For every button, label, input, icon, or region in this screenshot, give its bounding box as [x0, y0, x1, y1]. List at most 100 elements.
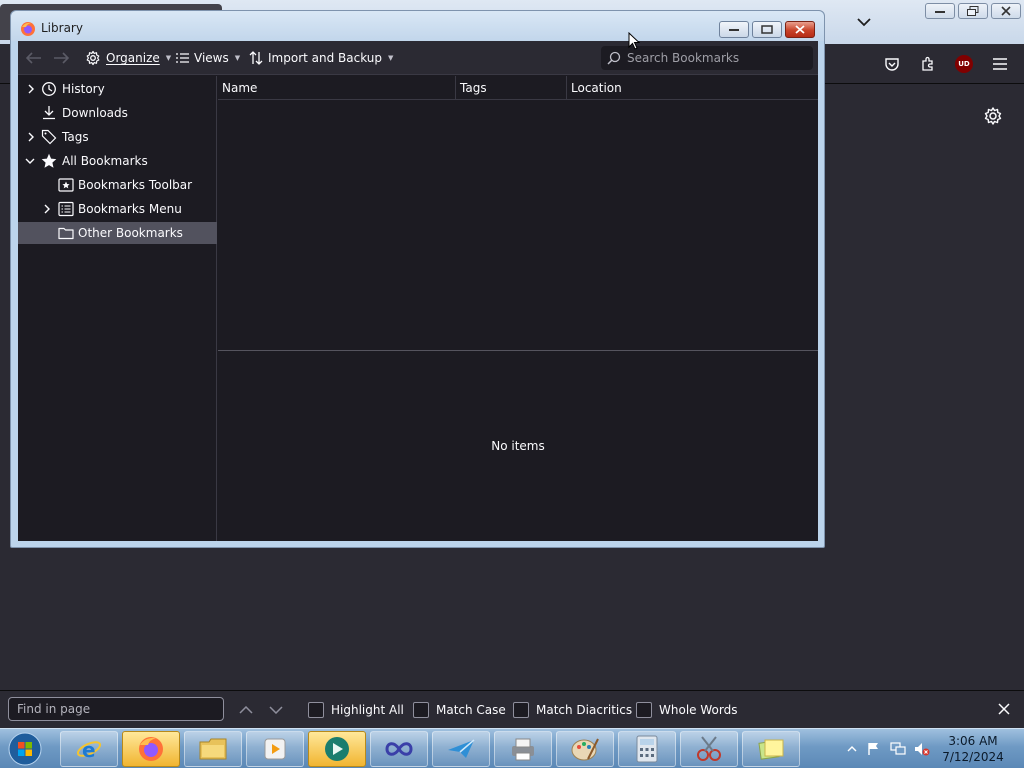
- tree-item-history[interactable]: History: [18, 78, 217, 100]
- app-viewer-icon: [325, 737, 349, 761]
- minimize-icon: [729, 28, 739, 31]
- pocket-icon: [885, 58, 899, 71]
- browser-close-button[interactable]: [991, 3, 1021, 19]
- infinity-icon: [385, 742, 413, 756]
- scissors-icon: [697, 736, 721, 761]
- tree-item-label: Bookmarks Toolbar: [78, 178, 193, 192]
- windows-logo-icon: [8, 732, 42, 766]
- tree-item-label: Other Bookmarks: [78, 226, 183, 240]
- checkbox-label: Highlight All: [331, 703, 404, 717]
- tree-item-other-bookmarks[interactable]: Other Bookmarks: [18, 222, 217, 244]
- library-titlebar[interactable]: Library: [11, 11, 824, 41]
- chevron-down-icon: ▼: [165, 54, 172, 62]
- taskbar-calculator[interactable]: [618, 731, 676, 767]
- start-button[interactable]: [6, 731, 44, 767]
- taskbar-mail-app[interactable]: [432, 731, 490, 767]
- empty-state-text: No items: [491, 439, 545, 453]
- tree-item-label: Tags: [62, 130, 89, 144]
- close-icon: [795, 25, 805, 34]
- column-header-name[interactable]: Name: [218, 76, 456, 100]
- views-label: Views: [194, 51, 229, 65]
- page-settings-button[interactable]: [982, 105, 1004, 127]
- library-minimize-button[interactable]: [719, 21, 749, 38]
- window-title: Library: [41, 21, 83, 35]
- import-export-icon: [249, 51, 263, 65]
- list-all-tabs-button[interactable]: [852, 10, 876, 34]
- extensions-button[interactable]: [918, 54, 938, 74]
- chevron-down-icon: ▼: [388, 54, 394, 62]
- column-label: Location: [571, 81, 622, 95]
- ublock-extension-icon[interactable]: UD: [955, 55, 973, 73]
- back-button[interactable]: [26, 49, 42, 67]
- forward-button[interactable]: [53, 49, 69, 67]
- maximize-icon: [761, 25, 773, 34]
- highlight-all-checkbox[interactable]: Highlight All: [308, 701, 404, 719]
- chevron-right-icon[interactable]: [25, 131, 37, 143]
- whole-words-checkbox[interactable]: Whole Words: [636, 701, 737, 719]
- pocket-button[interactable]: [882, 54, 902, 74]
- chevron-down-icon: [269, 706, 283, 714]
- match-case-checkbox[interactable]: Match Case: [413, 701, 506, 719]
- browser-minimize-button[interactable]: [925, 3, 955, 19]
- taskbar-infinity-app[interactable]: [370, 731, 428, 767]
- taskbar-media-player[interactable]: [246, 731, 304, 767]
- extension-badge-text: UD: [958, 60, 970, 68]
- bookmarks-toolbar-icon: [58, 177, 74, 193]
- checkbox-label: Match Diacritics: [536, 703, 633, 717]
- bookmarks-table-body[interactable]: [218, 101, 818, 349]
- chevron-right-icon[interactable]: [41, 203, 53, 215]
- svg-text:e: e: [82, 738, 96, 762]
- search-icon: [607, 51, 621, 65]
- organize-label: Organize: [106, 51, 160, 65]
- printer-icon: [512, 738, 534, 761]
- star-icon: [41, 153, 57, 169]
- checkbox-box[interactable]: [308, 702, 324, 718]
- column-header-location[interactable]: Location: [567, 76, 818, 100]
- app-menu-button[interactable]: [990, 54, 1010, 74]
- tree-item-tags[interactable]: Tags: [18, 126, 217, 148]
- arrow-right-icon: [54, 52, 69, 64]
- taskbar-sticky-notes[interactable]: [742, 731, 800, 767]
- chevron-down-icon[interactable]: [24, 155, 36, 167]
- views-menu[interactable]: Views ▼: [176, 49, 240, 67]
- folder-icon: [58, 225, 74, 241]
- search-bookmarks-input[interactable]: [627, 51, 807, 65]
- taskbar-app-viewer[interactable]: [308, 731, 366, 767]
- taskbar-paint[interactable]: [556, 731, 614, 767]
- checkbox-box[interactable]: [636, 702, 652, 718]
- action-center-button[interactable]: [866, 741, 882, 757]
- taskbar-printer-app[interactable]: [494, 731, 552, 767]
- show-hidden-icons-button[interactable]: [844, 741, 860, 757]
- match-diacritics-checkbox[interactable]: Match Diacritics: [513, 701, 632, 719]
- clock-time: 3:06 AM: [948, 734, 998, 748]
- import-backup-menu[interactable]: Import and Backup ▼: [249, 49, 393, 67]
- checkbox-box[interactable]: [413, 702, 429, 718]
- tree-item-bookmarks-toolbar[interactable]: Bookmarks Toolbar: [18, 174, 217, 196]
- library-maximize-button[interactable]: [752, 21, 782, 38]
- taskbar-firefox[interactable]: [122, 731, 180, 767]
- organize-menu[interactable]: Organize ▼: [85, 49, 171, 67]
- browser-restore-button[interactable]: [958, 3, 988, 19]
- media-player-icon: [264, 738, 286, 760]
- tree-item-bookmarks-menu[interactable]: Bookmarks Menu: [18, 198, 217, 220]
- find-previous-button[interactable]: [236, 700, 256, 720]
- library-close-button[interactable]: [785, 21, 815, 38]
- tree-item-all-bookmarks[interactable]: All Bookmarks: [18, 150, 217, 172]
- tree-item-downloads[interactable]: Downloads: [18, 102, 217, 124]
- taskbar-internet-explorer[interactable]: e: [60, 731, 118, 767]
- checkbox-label: Whole Words: [659, 703, 738, 717]
- chevron-up-icon: [239, 706, 253, 714]
- find-in-page-input[interactable]: [8, 697, 224, 721]
- download-icon: [41, 105, 57, 121]
- taskbar-file-explorer[interactable]: [184, 731, 242, 767]
- network-button[interactable]: [890, 741, 906, 757]
- chevron-right-icon[interactable]: [25, 83, 37, 95]
- find-bar-close-button[interactable]: [994, 699, 1014, 719]
- taskbar-clock[interactable]: 3:06 AM 7/12/2024: [940, 733, 1006, 765]
- find-next-button[interactable]: [266, 700, 286, 720]
- checkbox-box[interactable]: [513, 702, 529, 718]
- column-header-tags[interactable]: Tags: [456, 76, 567, 100]
- close-icon: [998, 703, 1010, 715]
- volume-button[interactable]: [914, 741, 930, 757]
- taskbar-snipping-tool[interactable]: [680, 731, 738, 767]
